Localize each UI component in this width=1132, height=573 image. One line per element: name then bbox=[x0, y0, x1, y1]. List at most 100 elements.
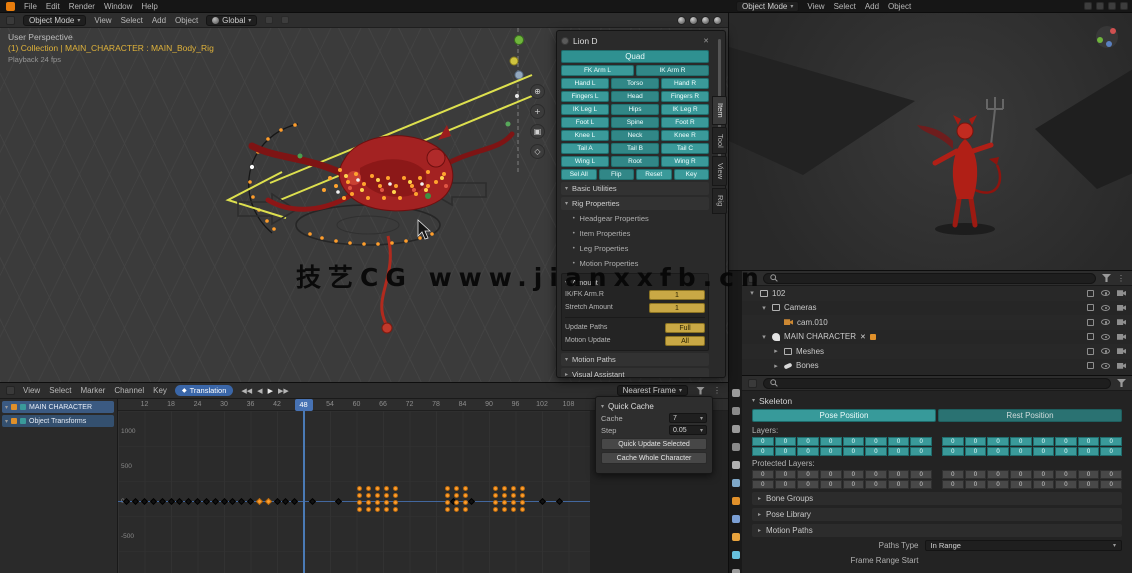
properties-tab-tool[interactable] bbox=[730, 387, 742, 399]
layer-toggle[interactable]: 0 bbox=[797, 470, 819, 479]
layer-toggle[interactable]: 0 bbox=[1055, 437, 1077, 446]
layer-toggle[interactable]: 0 bbox=[865, 437, 887, 446]
menu-help[interactable]: Help bbox=[141, 2, 157, 11]
viewport-menu-add[interactable]: Add bbox=[152, 16, 166, 25]
layer-toggle[interactable]: 0 bbox=[887, 480, 910, 489]
layer-toggle[interactable]: 0 bbox=[865, 480, 887, 489]
layer-toggle[interactable]: 0 bbox=[887, 470, 910, 479]
material-shading-icon[interactable] bbox=[701, 15, 710, 25]
layer-toggle[interactable]: 0 bbox=[1077, 447, 1100, 456]
eye-icon[interactable] bbox=[1101, 304, 1110, 311]
layer-toggle[interactable]: 0 bbox=[964, 480, 987, 489]
filter-icon[interactable] bbox=[1102, 274, 1111, 282]
field-value-select[interactable]: 7 ▾ bbox=[669, 413, 707, 423]
proportional-edit-icon[interactable] bbox=[281, 16, 290, 24]
outliner-row[interactable]: ▸ Bones bbox=[742, 359, 1132, 374]
layer-toggle[interactable]: 0 bbox=[987, 437, 1009, 446]
jump-start-button[interactable]: ◀◀ bbox=[241, 387, 252, 395]
rig-button[interactable]: Foot L bbox=[561, 117, 609, 128]
rendered-shading-icon[interactable] bbox=[713, 15, 722, 25]
rig-section-visual-assistant[interactable]: ▸ Visual Assistant bbox=[561, 368, 709, 377]
timeline-menu-key[interactable]: Key bbox=[153, 386, 167, 395]
eye-icon[interactable] bbox=[1101, 362, 1110, 369]
layer-toggle[interactable]: 0 bbox=[819, 447, 842, 456]
rig-button[interactable]: Hand R bbox=[661, 78, 709, 89]
rig-button[interactable]: Sel All bbox=[561, 169, 597, 180]
menu-window[interactable]: Window bbox=[104, 2, 132, 11]
channel-row[interactable]: ▾ Object Transforms bbox=[2, 415, 114, 427]
layer-toggle[interactable]: 0 bbox=[819, 437, 842, 446]
layer-toggle[interactable]: 0 bbox=[774, 470, 797, 479]
viewport-menu-select[interactable]: Select bbox=[121, 16, 143, 25]
panel-section-pose-library[interactable]: ▸ Pose Library bbox=[752, 508, 1122, 521]
menu-render[interactable]: Render bbox=[69, 2, 95, 11]
layer-toggle[interactable]: 0 bbox=[964, 437, 987, 446]
layer-toggle[interactable]: 0 bbox=[910, 480, 932, 489]
layer-toggle[interactable]: 0 bbox=[819, 480, 842, 489]
expand-arrow-icon[interactable]: ▾ bbox=[760, 333, 768, 341]
rig-button[interactable]: IK Leg L bbox=[561, 104, 609, 115]
expand-arrow-icon[interactable]: ▾ bbox=[760, 304, 768, 312]
rig-button[interactable]: Fingers L bbox=[561, 91, 609, 102]
layer-toggle[interactable]: 0 bbox=[1077, 437, 1100, 446]
layer-toggle[interactable]: 0 bbox=[752, 437, 774, 446]
checkbox-toggle[interactable] bbox=[1087, 347, 1094, 355]
eye-icon[interactable] bbox=[1101, 290, 1110, 297]
action-value[interactable]: All bbox=[665, 335, 705, 346]
rig-button[interactable]: Knee L bbox=[561, 130, 609, 141]
overlay-toggle-icon[interactable] bbox=[1084, 2, 1092, 10]
rig-button[interactable]: Wing R bbox=[661, 156, 709, 167]
expand-arrow-icon[interactable]: ▸ bbox=[772, 362, 780, 370]
layer-toggle[interactable]: 0 bbox=[797, 447, 819, 456]
rig-button[interactable]: Hand L bbox=[561, 78, 609, 89]
properties-tab-constraints[interactable] bbox=[730, 567, 742, 573]
right-menu-view[interactable]: View bbox=[807, 2, 824, 11]
perspective-toggle-icon[interactable]: ◇ bbox=[530, 144, 545, 159]
layer-toggle[interactable]: 0 bbox=[1055, 470, 1077, 479]
layer-toggle[interactable]: 0 bbox=[797, 437, 819, 446]
filter-icon[interactable] bbox=[1117, 379, 1126, 387]
properties-tab-modifiers[interactable] bbox=[730, 513, 742, 525]
layer-toggle[interactable]: 0 bbox=[910, 447, 932, 456]
layer-toggle[interactable]: 0 bbox=[942, 447, 964, 456]
menu-edit[interactable]: Edit bbox=[46, 2, 60, 11]
layer-toggle[interactable]: 0 bbox=[1100, 470, 1122, 479]
pan-icon[interactable]: + bbox=[530, 104, 545, 119]
rig-section-motion-paths[interactable]: ▾ Motion Paths bbox=[561, 353, 709, 366]
properties-tab-scene[interactable] bbox=[730, 459, 742, 471]
layer-toggle[interactable]: 0 bbox=[942, 480, 964, 489]
layer-toggle[interactable]: 0 bbox=[865, 447, 887, 456]
layer-toggle[interactable]: 0 bbox=[797, 480, 819, 489]
properties-tab-view-layer[interactable] bbox=[730, 441, 742, 453]
rig-button[interactable]: Key bbox=[673, 169, 709, 180]
timeline-menu-view[interactable]: View bbox=[23, 386, 40, 395]
layer-toggle[interactable]: 0 bbox=[1032, 447, 1055, 456]
properties-tab-particles[interactable] bbox=[730, 531, 742, 543]
layer-toggle[interactable]: 0 bbox=[774, 480, 797, 489]
expand-arrow-icon[interactable]: ▸ bbox=[772, 347, 780, 355]
rig-section[interactable]: ▾ Rig Properties bbox=[561, 197, 709, 210]
layer-toggle[interactable]: 0 bbox=[1100, 480, 1122, 489]
layer-toggle[interactable]: 0 bbox=[1009, 480, 1032, 489]
checkbox-toggle[interactable] bbox=[1087, 362, 1094, 370]
jump-end-button[interactable]: ▶▶ bbox=[278, 387, 289, 395]
layer-toggle[interactable]: 0 bbox=[1032, 480, 1055, 489]
layer-toggle[interactable]: 0 bbox=[842, 480, 865, 489]
rig-button[interactable]: Knee R bbox=[661, 130, 709, 141]
transform-orientation-select[interactable]: Global ▾ bbox=[206, 14, 258, 26]
outliner-row[interactable]: ▾ MAIN CHARACTER ✕ bbox=[742, 330, 1132, 345]
xray-toggle-icon[interactable] bbox=[1108, 2, 1116, 10]
checkbox-toggle[interactable] bbox=[1087, 289, 1094, 297]
layer-toggle[interactable]: 0 bbox=[1055, 480, 1077, 489]
rig-button[interactable]: Tail C bbox=[661, 143, 709, 154]
viewport-3d-right[interactable] bbox=[728, 13, 1132, 270]
layer-toggle[interactable]: 0 bbox=[842, 470, 865, 479]
rig-section[interactable]: • Headgear Properties bbox=[561, 212, 709, 225]
layer-toggle[interactable]: 0 bbox=[842, 447, 865, 456]
panel-section-bone-groups[interactable]: ▸ Bone Groups bbox=[752, 492, 1122, 505]
camera-visibility-icon[interactable] bbox=[1117, 362, 1126, 369]
layer-toggle[interactable]: 0 bbox=[1100, 447, 1122, 456]
eye-icon[interactable] bbox=[1101, 319, 1110, 326]
timeline-menu-select[interactable]: Select bbox=[49, 386, 71, 395]
rig-button[interactable]: Root bbox=[611, 156, 659, 167]
